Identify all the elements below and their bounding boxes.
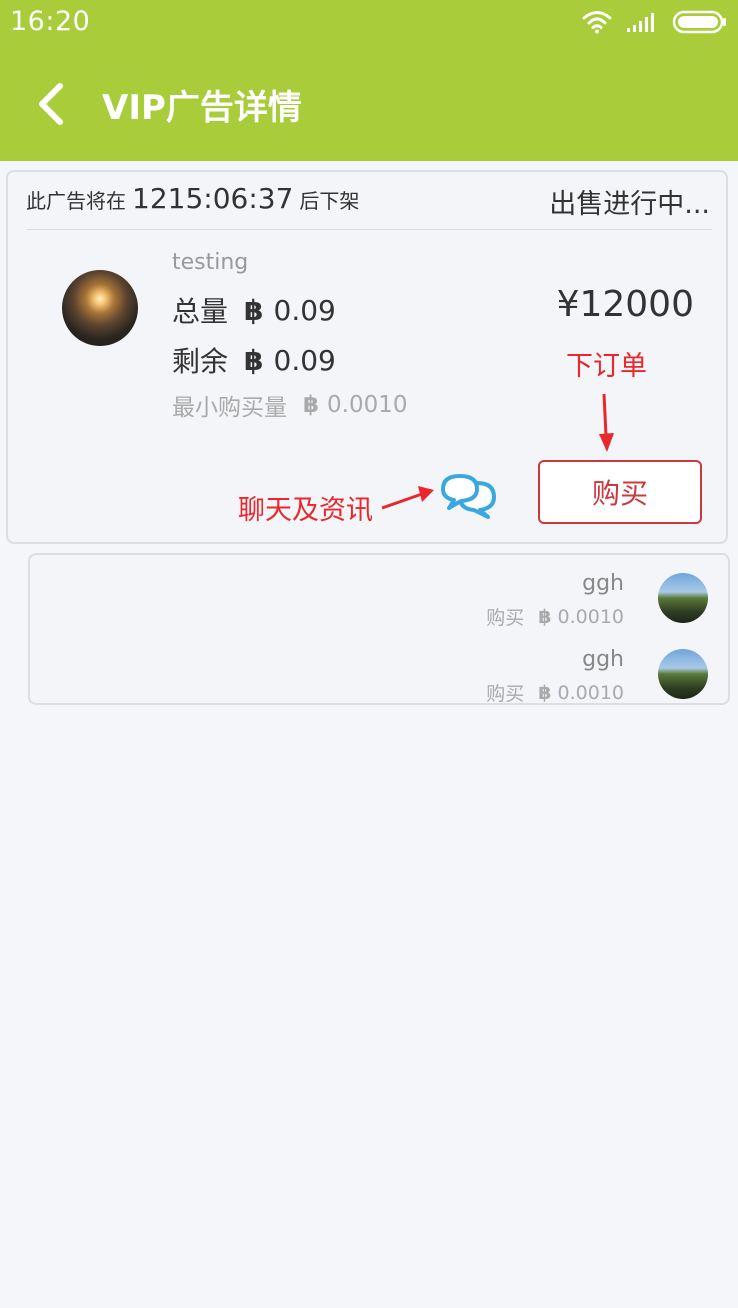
buyer-name: ggh: [582, 647, 624, 672]
bitcoin-icon: ฿: [244, 343, 264, 377]
ad-detail-card: 此广告将在 1215:06:37 后下架 出售进行中... testing 总量…: [6, 170, 728, 544]
order-detail: 购买 ฿ 0.0010: [486, 679, 624, 706]
chevron-left-icon: [39, 83, 63, 125]
total-value: 0.09: [273, 293, 336, 327]
buyer-name: ggh: [582, 571, 624, 596]
status-icons: [582, 8, 728, 36]
countdown-row: 此广告将在 1215:06:37 后下架: [26, 182, 359, 222]
order-amount: 0.0010: [557, 605, 624, 628]
order-amount: 0.0010: [557, 681, 624, 704]
divider: [26, 229, 712, 230]
status-bar: 16:20: [0, 0, 738, 48]
price: ¥12000: [556, 284, 694, 325]
status-time: 16:20: [10, 6, 91, 37]
total-label: 总量: [172, 295, 229, 328]
app-bar: VIP广告详情: [0, 48, 738, 161]
page-title: VIP广告详情: [102, 88, 302, 128]
annotation-order-note: 下订单: [566, 351, 647, 382]
bitcoin-icon: ฿: [244, 293, 264, 327]
bitcoin-icon: ฿: [303, 392, 320, 418]
remaining-amount-row: 剩余 ฿ 0.09: [172, 340, 336, 380]
order-action: 购买: [486, 683, 525, 705]
chat-bubbles-icon: [441, 474, 496, 519]
remaining-label: 剩余: [172, 345, 229, 378]
battery-icon: [672, 10, 726, 34]
min-purchase-row: 最小购买量 ฿ 0.0010: [172, 388, 408, 422]
countdown-prefix: 此广告将在: [26, 189, 126, 213]
annotation-chat-note: 聊天及资讯: [238, 495, 373, 526]
countdown-time: 1215:06:37: [132, 182, 294, 215]
bitcoin-icon: ฿: [538, 681, 552, 704]
countdown-suffix: 后下架: [299, 189, 360, 213]
list-item: ggh 购买 ฿ 0.0010: [30, 631, 728, 705]
sell-status: 出售进行中...: [549, 189, 710, 220]
order-detail: 购买 ฿ 0.0010: [486, 603, 624, 630]
arrow-to-buy-icon: [599, 393, 614, 452]
total-amount-row: 总量 ฿ 0.09: [172, 290, 336, 330]
avatar[interactable]: [658, 573, 708, 623]
order-action: 购买: [486, 607, 525, 629]
list-item: ggh 购买 ฿ 0.0010: [30, 555, 728, 629]
buy-button[interactable]: 购买: [538, 460, 702, 524]
arrow-to-chat-icon: [381, 486, 434, 510]
signal-icon: [627, 13, 654, 32]
remaining-value: 0.09: [273, 343, 336, 377]
orders-list: ggh 购买 ฿ 0.0010 ggh 购买 ฿ 0.0010: [28, 553, 730, 705]
wifi-icon: [582, 11, 612, 34]
avatar[interactable]: [658, 649, 708, 699]
seller-avatar[interactable]: [62, 270, 138, 346]
bitcoin-icon: ฿: [538, 605, 552, 628]
chat-button[interactable]: [440, 472, 498, 520]
back-button[interactable]: [26, 76, 76, 132]
min-purchase-label: 最小购买量: [172, 395, 287, 421]
min-purchase-value: 0.0010: [327, 392, 408, 418]
seller-name: testing: [172, 250, 249, 275]
